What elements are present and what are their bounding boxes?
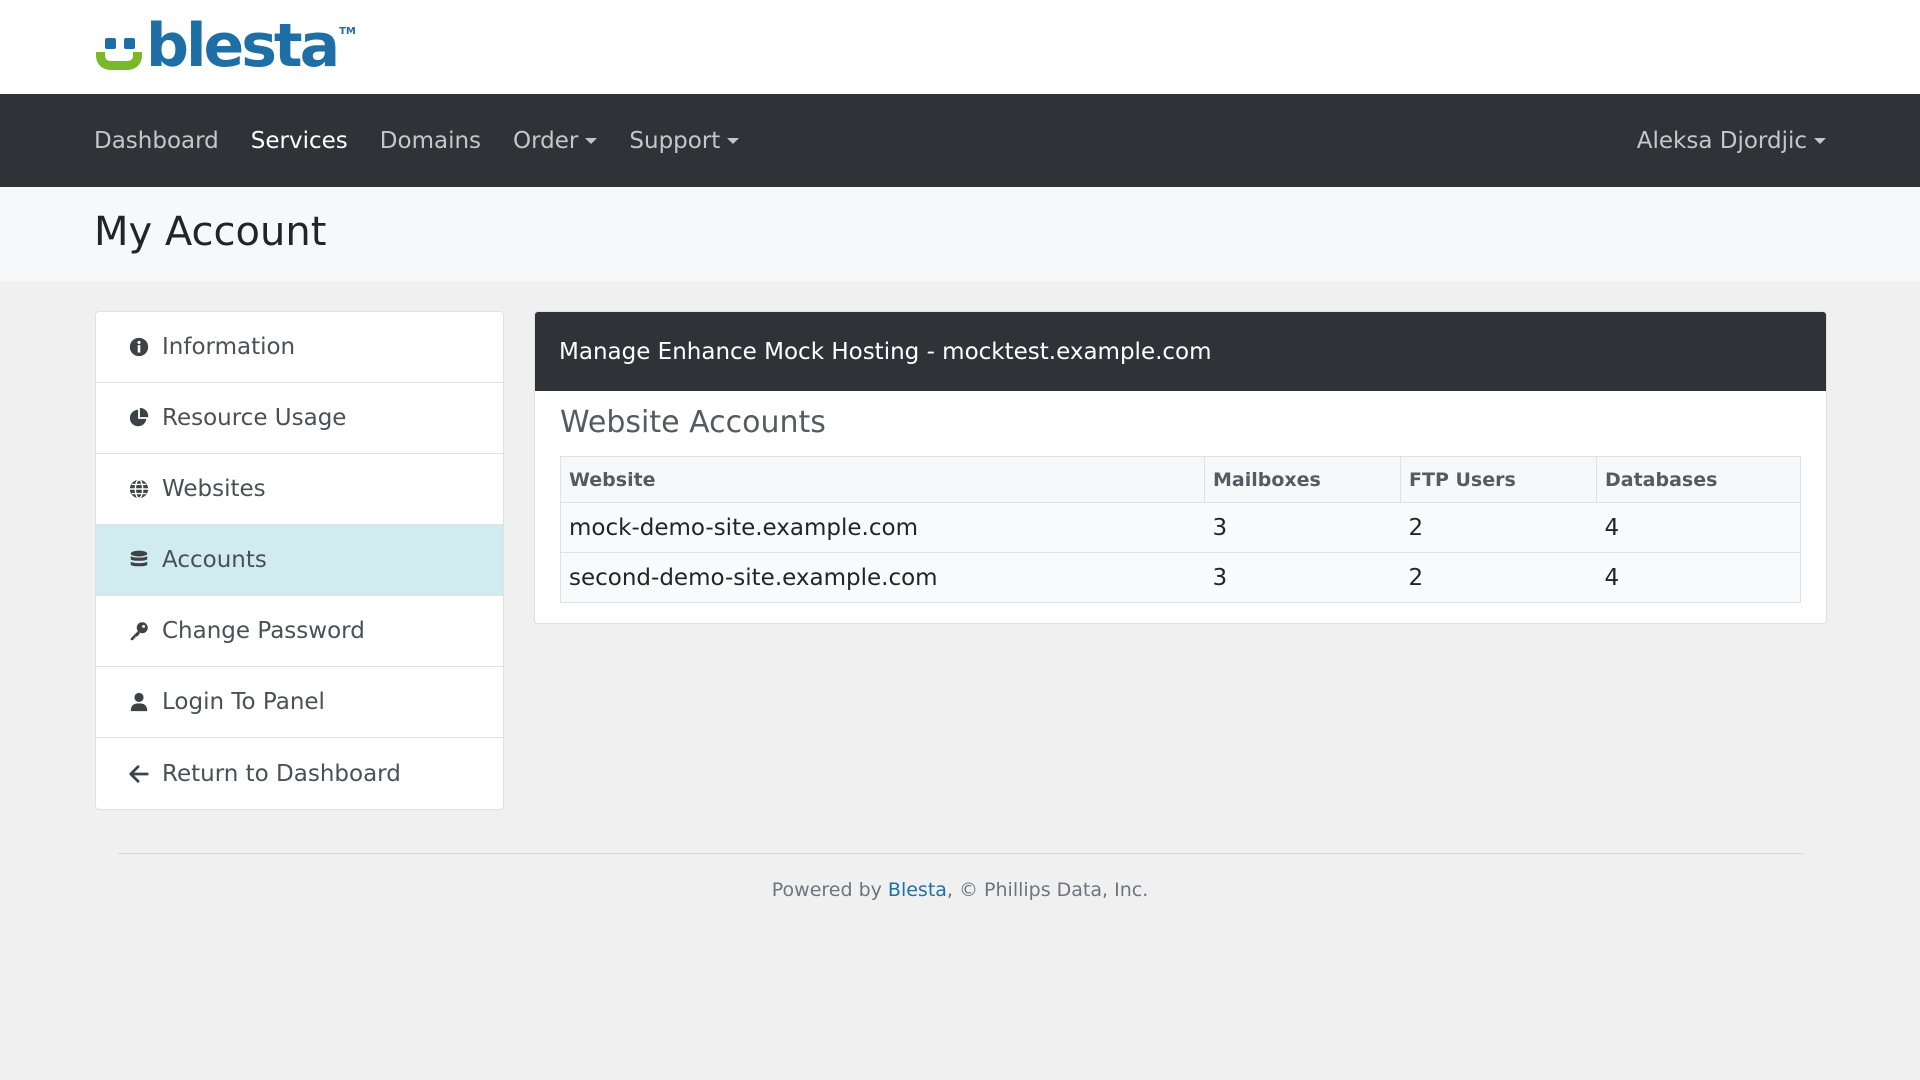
logo-text: blesta (146, 11, 340, 81)
manage-service-card: Manage Enhance Mock Hosting - mocktest.e… (534, 311, 1827, 624)
nav-services[interactable]: Services (251, 128, 348, 154)
caret-down-icon (1814, 137, 1826, 144)
cell-website: mock-demo-site.example.com (560, 502, 1205, 553)
logo-trademark: TM (339, 26, 356, 37)
nav-services-label: Services (250, 127, 348, 154)
sidebar-item-accounts[interactable]: Accounts (96, 525, 503, 596)
sidebar-item-login-to-panel[interactable]: Login To Panel (96, 667, 503, 738)
globe-icon (128, 478, 150, 500)
cell-ftp-users: 2 (1400, 552, 1597, 603)
section-title: Website Accounts (560, 405, 826, 440)
table-header-row: Website Mailboxes FTP Users Databases (560, 456, 1801, 503)
sidebar-item-websites[interactable]: Websites (96, 454, 503, 525)
key-icon (128, 620, 150, 642)
column-header-website: Website (560, 456, 1205, 503)
blesta-smile-icon (94, 32, 144, 76)
column-header-mailboxes: Mailboxes (1204, 456, 1401, 503)
caret-down-icon (585, 137, 598, 144)
nav-domains-label: Domains (379, 127, 482, 154)
column-header-ftp-users: FTP Users (1400, 456, 1597, 503)
cell-mailboxes: 3 (1204, 502, 1401, 553)
nav-support-label: Support (629, 127, 721, 154)
sidebar-item-label: Resource Usage (162, 405, 347, 431)
sidebar-item-change-password[interactable]: Change Password (96, 596, 503, 667)
user-menu-dropdown[interactable]: Aleksa Djordjic (1637, 94, 1826, 187)
nav-dashboard[interactable]: Dashboard (94, 128, 219, 154)
table-row: mock-demo-site.example.com 3 2 4 (560, 502, 1801, 553)
sidebar-item-label: Login To Panel (162, 689, 325, 715)
column-header-databases: Databases (1596, 456, 1801, 503)
nav-dashboard-label: Dashboard (94, 127, 219, 154)
footer-divider (118, 853, 1803, 854)
page-title: My Account (94, 209, 327, 255)
sidebar-item-label: Return to Dashboard (162, 760, 401, 787)
sidebar-item-label: Websites (162, 476, 266, 502)
footer-prefix: Powered by (771, 879, 888, 901)
caret-down-icon (727, 137, 740, 144)
card-body: Website Accounts Website Mailboxes FTP U… (535, 391, 1826, 623)
sidebar-item-label: Change Password (162, 618, 365, 644)
cell-website: second-demo-site.example.com (560, 552, 1205, 603)
arrow-left-icon (128, 763, 150, 785)
card-header: Manage Enhance Mock Hosting - mocktest.e… (535, 312, 1826, 391)
sidebar-item-return-to-dashboard[interactable]: Return to Dashboard (96, 738, 503, 809)
info-circle-icon (128, 336, 150, 358)
logo-bar: blesta TM (0, 0, 1920, 94)
user-icon (128, 691, 150, 713)
footer-suffix: , © Phillips Data, Inc. (946, 879, 1149, 901)
main-navbar: Dashboard Services Domains Order Support… (0, 94, 1920, 187)
nav-domains[interactable]: Domains (380, 128, 481, 154)
sidebar-item-resource-usage[interactable]: Resource Usage (96, 383, 503, 454)
blesta-logo[interactable]: blesta TM (94, 16, 356, 76)
website-accounts-table: Website Mailboxes FTP Users Databases mo… (560, 456, 1801, 603)
pie-chart-icon (128, 407, 150, 429)
blesta-link[interactable]: Blesta (888, 879, 947, 901)
footer: Powered by Blesta, © Phillips Data, Inc. (0, 879, 1920, 901)
user-name: Aleksa Djordjic (1636, 127, 1807, 154)
nav-order-dropdown[interactable]: Order (513, 127, 598, 154)
table-row: second-demo-site.example.com 3 2 4 (560, 552, 1801, 603)
nav-support-dropdown[interactable]: Support (629, 127, 740, 154)
cell-databases: 4 (1596, 502, 1801, 553)
account-sidebar: Information Resource Usage Websites Acco… (95, 311, 504, 810)
sidebar-item-label: Accounts (162, 547, 267, 573)
cell-mailboxes: 3 (1204, 552, 1401, 603)
sidebar-item-information[interactable]: Information (96, 312, 503, 383)
cell-databases: 4 (1596, 552, 1801, 603)
page-title-band: My Account (0, 187, 1920, 281)
sidebar-item-label: Information (162, 334, 296, 360)
nav-order-label: Order (513, 127, 579, 154)
database-icon (128, 549, 150, 571)
cell-ftp-users: 2 (1400, 502, 1597, 553)
